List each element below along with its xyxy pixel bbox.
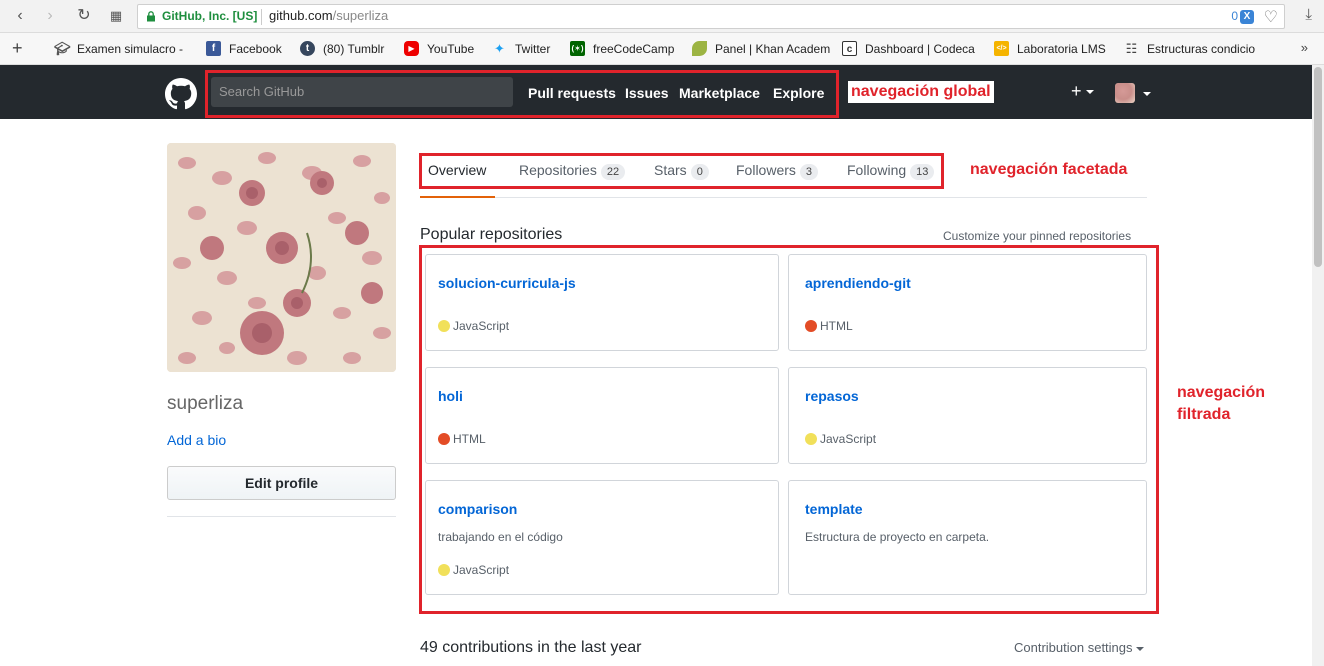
bookmark-item[interactable]: ✦ Twitter [492,41,550,56]
youtube-icon: ▶ [404,41,419,56]
khan-academy-icon [692,41,707,56]
profile-avatar[interactable] [167,143,396,372]
bookmark-item[interactable]: ▶ YouTube [404,41,474,56]
sidebar-divider [167,516,396,517]
forward-icon[interactable]: › [40,6,60,26]
tumblr-icon: t [300,41,315,56]
tabs-divider [420,197,1147,198]
contributions-summary: 49 contributions in the last year [420,639,642,656]
bookmark-item[interactable]: (✶) freeCodeCamp [570,41,674,56]
annotation-label-filtered: navegación filtrada [1177,384,1266,423]
bookmark-item[interactable]: ☷ Estructuras condicio [1124,41,1255,56]
popular-repositories-title: Popular repositories [420,226,563,243]
scrollbar-thumb[interactable] [1314,67,1322,267]
apps-grid-icon[interactable]: ▦ [106,6,126,26]
bookmark-item[interactable]: f Facebook [206,41,282,56]
create-new-button[interactable]: + [1071,81,1094,102]
book-icon: ☷ [1125,41,1138,56]
codecademy-icon: c [842,41,857,56]
browser-toolbar: ‹ › ↻ ▦ GitHub, Inc. [US] github.com/sup… [0,0,1324,33]
back-icon[interactable]: ‹ [10,6,30,26]
laboratoria-icon: </> [994,41,1009,56]
bookmark-item[interactable]: </> Laboratoria LMS [994,41,1106,56]
annotation-label-faceted: navegación facetada [970,161,1128,178]
graduation-cap-icon: 🎓︎ [54,41,71,56]
annotation-box-filtered [419,245,1159,614]
bookmarks-bar: + 🎓︎ Examen simulacro - f Facebook t (80) T… [0,33,1324,65]
bookmark-item[interactable]: Panel | Khan Academ [692,41,830,56]
download-icon[interactable]: ⤓ [1305,6,1312,23]
secure-label: GitHub, Inc. [US] [162,9,258,23]
more-bookmarks-button[interactable]: » [1301,40,1308,55]
chevron-down-icon [1085,90,1094,95]
address-bar[interactable]: GitHub, Inc. [US] github.com/superliza 0… [137,4,1285,29]
plus-icon: + [1071,81,1082,101]
url-separator [261,9,262,25]
user-avatar[interactable] [1115,83,1135,103]
heart-icon[interactable]: ♡ [1264,7,1278,27]
contribution-settings-dropdown[interactable]: Contribution settings [1014,640,1144,655]
twitter-icon: ✦ [494,41,505,56]
active-tab-indicator [420,196,495,198]
edit-profile-button[interactable]: Edit profile [167,466,396,500]
facebook-icon: f [206,41,221,56]
add-bio-link[interactable]: Add a bio [167,432,226,448]
annotation-box-faceted [419,153,944,189]
add-bookmark-icon[interactable]: + [12,38,23,59]
chevron-down-icon[interactable] [1143,92,1151,96]
reload-icon[interactable]: ↻ [74,6,94,26]
customize-pins-link[interactable]: Customize your pinned repositories [943,229,1131,243]
lock-icon [147,11,155,22]
flower-petals-image [167,143,396,372]
chevron-down-icon [1135,646,1144,651]
annotation-label-global: navegación global [848,81,994,103]
extension-badge-icon[interactable]: X [1240,10,1254,24]
extension-count: 0 [1231,9,1238,23]
freecodecamp-icon: (✶) [570,41,585,56]
github-logo-icon[interactable] [165,78,197,110]
url-text[interactable]: github.com/superliza [269,8,388,23]
profile-username: superliza [167,393,244,414]
bookmark-item[interactable]: 🎓︎ Examen simulacro - [54,41,183,56]
bookmark-item[interactable]: c Dashboard | Codeca [842,41,975,56]
bookmark-item[interactable]: t (80) Tumblr [300,41,384,56]
annotation-box-global [205,70,839,118]
